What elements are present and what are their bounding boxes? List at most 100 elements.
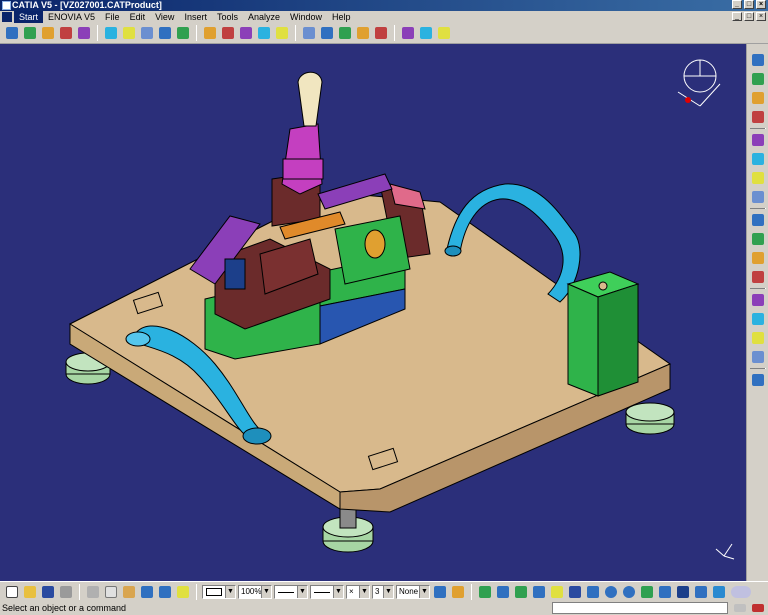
maximize-button[interactable]: □ xyxy=(744,0,754,9)
minimize-button[interactable]: _ xyxy=(732,0,742,9)
thickness-combo[interactable]: 3 ▼ xyxy=(372,584,394,599)
publish-icon[interactable] xyxy=(750,372,766,388)
move-icon[interactable] xyxy=(76,25,92,41)
pad-icon[interactable] xyxy=(750,109,766,125)
angle-icon[interactable] xyxy=(319,25,335,41)
selection-arrow-icon[interactable] xyxy=(4,25,20,41)
flexible-icon[interactable] xyxy=(337,25,353,41)
line-type-combo[interactable]: ▼ xyxy=(310,584,344,599)
redo-icon[interactable] xyxy=(157,584,173,600)
menu-tools[interactable]: Tools xyxy=(212,11,243,23)
clash-icon[interactable] xyxy=(139,25,155,41)
cut-icon[interactable] xyxy=(85,584,101,600)
product-icon[interactable] xyxy=(22,25,38,41)
section-icon[interactable] xyxy=(157,25,173,41)
status-stop-icon[interactable] xyxy=(750,602,766,614)
zoom-in-icon[interactable] xyxy=(603,584,619,600)
pattern-icon[interactable] xyxy=(750,330,766,346)
what-is-this-icon[interactable] xyxy=(175,584,191,600)
print-icon[interactable] xyxy=(58,584,74,600)
shell-icon[interactable] xyxy=(750,269,766,285)
paste-icon[interactable] xyxy=(121,584,137,600)
undo-icon[interactable] xyxy=(139,584,155,600)
menu-insert[interactable]: Insert xyxy=(179,11,212,23)
fillet-icon[interactable] xyxy=(750,212,766,228)
pocket-icon[interactable] xyxy=(750,132,766,148)
menu-start[interactable]: Start xyxy=(14,11,44,23)
constraint-icon[interactable] xyxy=(58,25,74,41)
3d-viewport[interactable] xyxy=(0,44,746,581)
save-icon[interactable] xyxy=(40,584,56,600)
painter-icon[interactable] xyxy=(432,584,448,600)
fix-icon[interactable] xyxy=(220,25,236,41)
offset-icon[interactable] xyxy=(301,25,317,41)
hole-icon[interactable] xyxy=(750,170,766,186)
close-button[interactable]: × xyxy=(756,0,766,9)
camera-icon[interactable] xyxy=(531,584,547,600)
thickness-icon[interactable] xyxy=(750,292,766,308)
sketch-icon[interactable] xyxy=(750,90,766,106)
right-green-block[interactable] xyxy=(566,271,640,397)
toolbar-separator xyxy=(749,128,766,129)
assembly-icon[interactable] xyxy=(40,25,56,41)
menu-analyze[interactable]: Analyze xyxy=(243,11,285,23)
fit-all-icon[interactable] xyxy=(549,584,565,600)
normal-view-icon[interactable] xyxy=(639,584,655,600)
copy-icon[interactable] xyxy=(103,584,119,600)
doc-minimize-button[interactable]: _ xyxy=(732,12,742,21)
new-icon[interactable] xyxy=(4,584,20,600)
menu-window[interactable]: Window xyxy=(285,11,327,23)
catalog-icon[interactable] xyxy=(373,25,389,41)
menu-view[interactable]: View xyxy=(150,11,179,23)
open-icon[interactable] xyxy=(22,584,38,600)
explode-icon[interactable] xyxy=(121,25,137,41)
menu-enovia[interactable]: ENOVIA V5 xyxy=(43,11,100,23)
distance-icon[interactable] xyxy=(175,25,191,41)
title-bar[interactable]: CATIA V5 - [VZ027001.CATProduct] _ □ × xyxy=(0,0,768,11)
menu-help[interactable]: Help xyxy=(327,11,356,23)
select-icon[interactable] xyxy=(750,71,766,87)
coincidence-icon[interactable] xyxy=(256,25,272,41)
snap-icon[interactable] xyxy=(103,25,119,41)
catia-window: CATIA V5 - [VZ027001.CATProduct] _ □ × S… xyxy=(0,0,768,615)
swap-icon[interactable] xyxy=(711,584,727,600)
measure-icon[interactable] xyxy=(418,25,434,41)
status-cancel-icon[interactable] xyxy=(732,602,748,614)
brush-icon[interactable] xyxy=(450,584,466,600)
spin-icon[interactable] xyxy=(400,25,416,41)
iso-view-icon[interactable] xyxy=(657,584,673,600)
doc-maximize-button[interactable]: □ xyxy=(744,12,754,21)
command-input[interactable] xyxy=(552,602,728,614)
menu-edit[interactable]: Edit xyxy=(125,11,151,23)
zoom-combo[interactable]: 100% ▼ xyxy=(238,584,272,599)
shaft-icon[interactable] xyxy=(750,151,766,167)
document-icon[interactable] xyxy=(2,12,12,22)
walk-icon[interactable] xyxy=(495,584,511,600)
rib-icon[interactable] xyxy=(750,189,766,205)
update-icon[interactable] xyxy=(355,25,371,41)
compass-icon[interactable] xyxy=(677,59,721,107)
draft-icon[interactable] xyxy=(750,250,766,266)
pan-icon[interactable] xyxy=(567,584,583,600)
layer-combo[interactable]: None ▼ xyxy=(396,584,430,599)
grid-icon[interactable] xyxy=(436,25,452,41)
manipulate-icon[interactable] xyxy=(202,25,218,41)
turn-head-icon[interactable] xyxy=(513,584,529,600)
fix-together-icon[interactable] xyxy=(238,25,254,41)
mirror-icon[interactable] xyxy=(750,311,766,327)
shading-icon[interactable] xyxy=(675,584,691,600)
doc-close-button[interactable]: × xyxy=(756,12,766,21)
chamfer-icon[interactable] xyxy=(750,231,766,247)
line-weight-combo[interactable]: ▼ xyxy=(274,584,308,599)
menu-file[interactable]: File xyxy=(100,11,125,23)
compass-icon[interactable] xyxy=(750,52,766,68)
hide-show-icon[interactable] xyxy=(693,584,709,600)
rotate-icon[interactable] xyxy=(585,584,601,600)
scale-icon[interactable] xyxy=(750,349,766,365)
3d-model[interactable] xyxy=(0,44,746,581)
contact-icon[interactable] xyxy=(274,25,290,41)
fly-icon[interactable] xyxy=(477,584,493,600)
zoom-out-icon[interactable] xyxy=(621,584,637,600)
point-combo[interactable]: × ▼ xyxy=(346,584,370,599)
color-combo[interactable]: ▼ xyxy=(202,584,236,599)
